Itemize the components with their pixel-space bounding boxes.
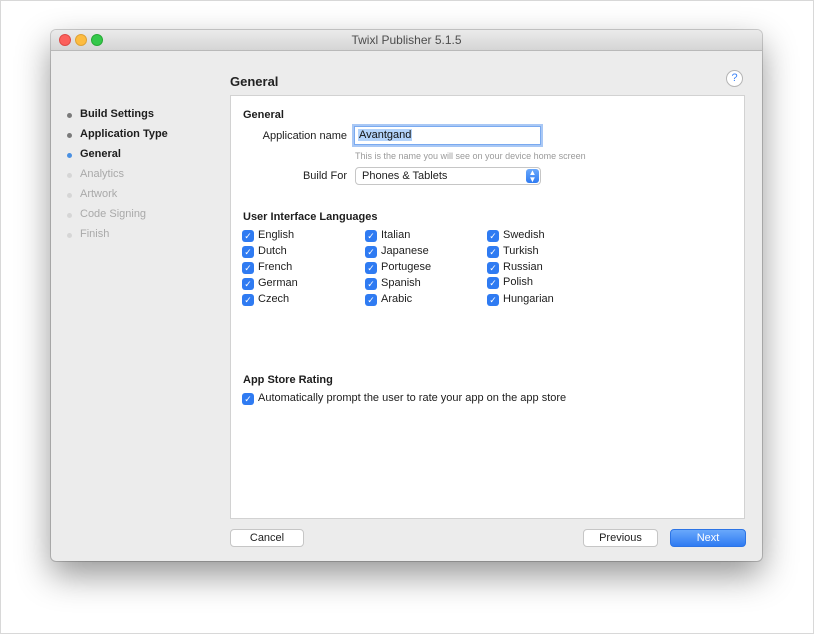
window-title: Twixl Publisher 5.1.5 xyxy=(351,33,462,47)
checkbox-label: English xyxy=(258,229,295,241)
checkmark-icon: ✓ xyxy=(487,246,499,258)
step-done-dot-icon xyxy=(67,113,72,118)
checkbox-label: Polish xyxy=(503,276,533,288)
general-section-title: General xyxy=(243,109,284,121)
checkbox-label: Arabic xyxy=(381,293,413,305)
checkmark-icon: ✓ xyxy=(365,246,377,258)
checkmark-icon: ✓ xyxy=(242,230,254,242)
language-polish-checkbox[interactable]: ✓ Polish xyxy=(487,276,533,291)
checkbox-label: Spanish xyxy=(381,277,421,289)
checkbox-label: Italian xyxy=(381,229,411,241)
checkbox-label: French xyxy=(258,261,293,273)
step-label: Artwork xyxy=(80,188,118,200)
previous-button[interactable]: Previous xyxy=(583,529,658,547)
checkbox-label: Swedish xyxy=(503,229,545,241)
checkmark-icon: ✓ xyxy=(365,278,377,290)
language-portugese-checkbox[interactable]: ✓ Portugese xyxy=(365,261,431,276)
language-japanese-checkbox[interactable]: ✓ Japanese xyxy=(365,245,429,260)
language-czech-checkbox[interactable]: ✓ Czech xyxy=(242,293,289,308)
app-name-input[interactable]: Avantgand xyxy=(354,126,541,145)
checkbox-label: Turkish xyxy=(503,245,539,257)
language-dutch-checkbox[interactable]: ✓ Dutch xyxy=(242,245,287,260)
checkmark-icon: ✓ xyxy=(365,230,377,242)
checkbox-label: Czech xyxy=(258,293,290,305)
settings-panel: General Application name Avantgand This … xyxy=(230,95,745,519)
language-russian-checkbox[interactable]: ✓ Russian xyxy=(487,261,543,276)
next-button[interactable]: Next xyxy=(670,529,746,547)
step-done-dot-icon xyxy=(67,133,72,138)
checkmark-icon: ✓ xyxy=(487,230,499,242)
app-name-value: Avantgand xyxy=(358,129,413,141)
checkmark-icon: ✓ xyxy=(242,278,254,290)
language-arabic-checkbox[interactable]: ✓ Arabic xyxy=(365,293,412,308)
language-hungarian-checkbox[interactable]: ✓ Hungarian xyxy=(487,293,554,308)
app-name-label: Application name xyxy=(262,130,347,142)
page-title: General xyxy=(230,74,279,89)
language-spanish-checkbox[interactable]: ✓ Spanish xyxy=(365,277,421,292)
checkmark-icon: ✓ xyxy=(242,262,254,274)
checkbox-label: Japanese xyxy=(381,245,429,257)
rating-section-title: App Store Rating xyxy=(243,374,333,386)
rate-prompt-checkbox[interactable]: ✓ Automatically prompt the user to rate y… xyxy=(242,392,566,407)
checkbox-label: Dutch xyxy=(258,245,287,257)
language-italian-checkbox[interactable]: ✓ Italian xyxy=(365,229,410,244)
language-french-checkbox[interactable]: ✓ French xyxy=(242,261,292,276)
build-for-label: Build For xyxy=(302,170,347,182)
checkmark-icon: ✓ xyxy=(365,262,377,274)
cancel-button[interactable]: Cancel xyxy=(230,529,304,547)
language-english-checkbox[interactable]: ✓ English xyxy=(242,229,294,244)
step-todo-dot-icon xyxy=(67,233,72,238)
checkmark-icon: ✓ xyxy=(487,262,499,274)
languages-section-title: User Interface Languages xyxy=(243,211,378,223)
checkmark-icon: ✓ xyxy=(242,393,254,405)
step-label: Build Settings xyxy=(80,108,154,120)
step-label: General xyxy=(80,148,121,160)
checkmark-icon: ✓ xyxy=(487,277,499,289)
language-german-checkbox[interactable]: ✓ German xyxy=(242,277,298,292)
step-current-dot-icon xyxy=(67,153,72,158)
checkmark-icon: ✓ xyxy=(242,246,254,258)
checkbox-label: Portugese xyxy=(381,261,432,273)
step-todo-dot-icon xyxy=(67,193,72,198)
checkmark-icon: ✓ xyxy=(242,294,254,306)
chevron-up-down-icon: ▲ ▼ xyxy=(526,169,539,184)
title-bar[interactable]: Twixl Publisher 5.1.5 xyxy=(51,30,762,51)
step-label: Application Type xyxy=(80,128,168,140)
checkbox-label: Russian xyxy=(503,261,543,273)
checkbox-label: Hungarian xyxy=(503,293,554,305)
language-swedish-checkbox[interactable]: ✓ Swedish xyxy=(487,229,545,244)
checkmark-icon: ✓ xyxy=(365,294,377,306)
checkbox-label: German xyxy=(258,277,298,289)
app-window: Twixl Publisher 5.1.5 General ? Build Se… xyxy=(51,30,762,561)
language-turkish-checkbox[interactable]: ✓ Turkish xyxy=(487,245,539,260)
step-label: Code Signing xyxy=(80,208,147,220)
step-todo-dot-icon xyxy=(67,173,72,178)
help-button[interactable]: ? xyxy=(726,70,743,87)
step-label: Finish xyxy=(80,228,110,240)
step-todo-dot-icon xyxy=(67,213,72,218)
build-for-select[interactable]: Phones & Tablets ▲ ▼ xyxy=(355,167,541,185)
step-label: Analytics xyxy=(80,168,125,180)
checkmark-icon: ✓ xyxy=(487,294,499,306)
build-for-value: Phones & Tablets xyxy=(362,170,448,182)
app-name-hint: This is the name you will see on your de… xyxy=(355,151,586,161)
checkbox-label: Automatically prompt the user to rate yo… xyxy=(258,392,567,404)
